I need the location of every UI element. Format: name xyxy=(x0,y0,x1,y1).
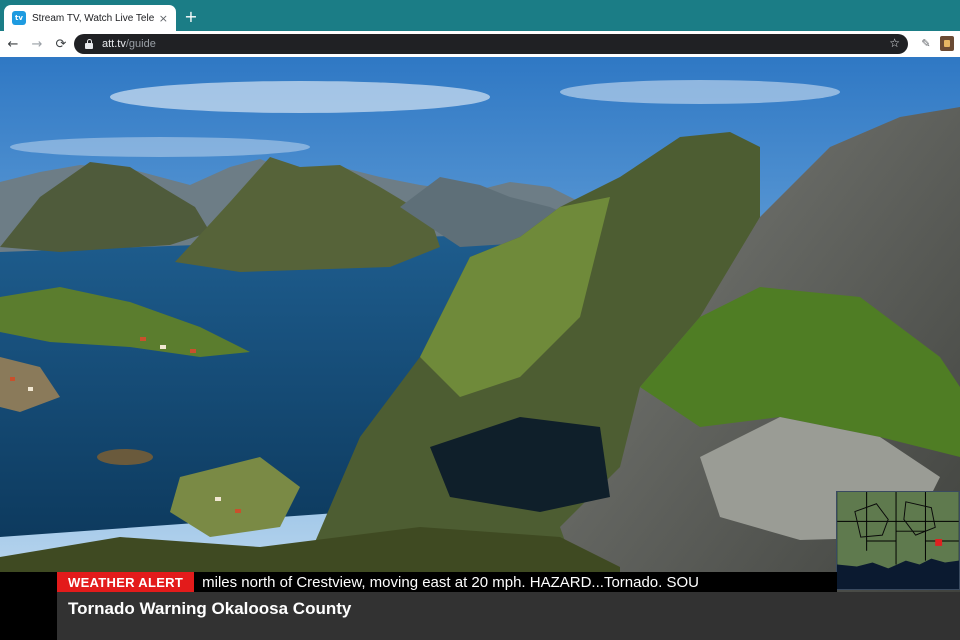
ticker-crawl-bar: WEATHER ALERT miles north of Crestview, … xyxy=(57,572,837,592)
att-tv-favicon-icon: tv xyxy=(12,11,26,25)
ticker-side-panel xyxy=(0,572,57,640)
headline-bar: Tornado Warning Okaloosa County xyxy=(57,592,960,640)
tab-title: Stream TV, Watch Live Television xyxy=(32,12,154,24)
weather-alert-badge: WEATHER ALERT xyxy=(57,572,195,592)
url-path: /guide xyxy=(125,38,156,50)
extension-profile-icon[interactable] xyxy=(940,36,954,51)
url-host: att.tv xyxy=(102,38,126,50)
bookmark-star-icon[interactable]: ☆ xyxy=(889,36,900,50)
lock-icon[interactable] xyxy=(84,39,94,49)
address-bar[interactable]: att.tv/guide ☆ xyxy=(74,34,908,54)
new-tab-button[interactable]: + xyxy=(182,8,200,26)
browser-toolbar: ← → ⟳ att.tv/guide ☆ xyxy=(0,31,960,57)
tornado-location-marker xyxy=(935,539,943,546)
browser-tab-active[interactable]: tv Stream TV, Watch Live Television × xyxy=(4,5,176,31)
reload-button[interactable]: ⟳ xyxy=(50,33,72,55)
alert-headline: Tornado Warning Okaloosa County xyxy=(68,599,352,618)
forward-button[interactable]: → xyxy=(26,33,48,55)
tab-strip: tv Stream TV, Watch Live Television × + xyxy=(0,0,960,31)
tab-close-icon[interactable]: × xyxy=(159,12,168,25)
ticker-crawl-text: miles north of Crestview, moving east at… xyxy=(202,573,699,591)
url-text[interactable]: att.tv/guide xyxy=(102,38,156,50)
extension-pen-icon[interactable]: ✎ xyxy=(918,36,934,52)
video-player[interactable] xyxy=(0,57,960,640)
video-frame-landscape xyxy=(0,57,960,640)
back-button[interactable]: ← xyxy=(2,33,24,55)
weather-radar-map xyxy=(836,491,960,590)
